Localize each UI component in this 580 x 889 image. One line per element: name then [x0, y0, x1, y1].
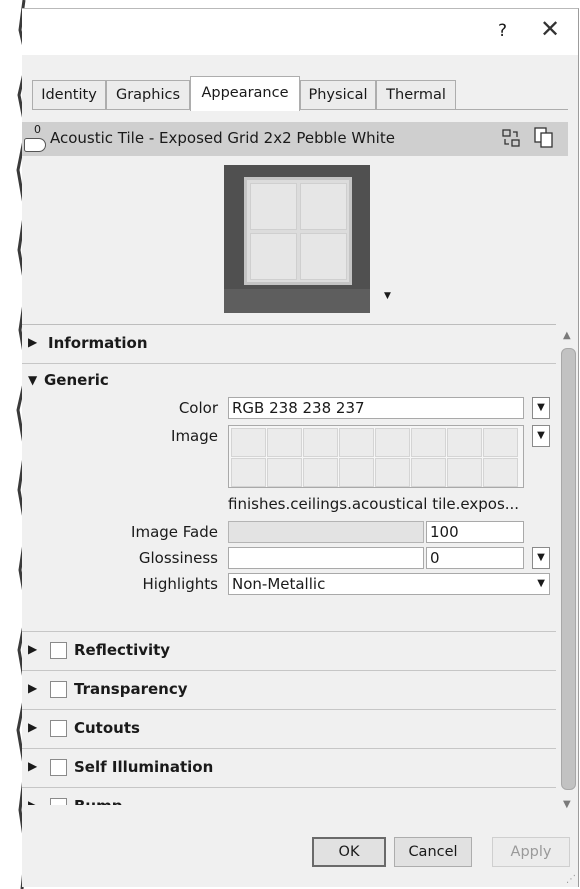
expand-arrow-icon[interactable]: ▶: [28, 720, 37, 734]
vertical-scrollbar[interactable]: ▲ ▼: [558, 324, 578, 816]
help-button[interactable]: ?: [498, 21, 507, 41]
asset-name: Acoustic Tile - Exposed Grid 2x2 Pebble …: [50, 129, 395, 147]
properties-panel: ▶ Information ▼ Generic Color RGB 238 23…: [22, 324, 556, 805]
tab-appearance[interactable]: Appearance: [190, 76, 300, 111]
transparency-checkbox[interactable]: [50, 681, 67, 698]
expand-arrow-icon[interactable]: ▶: [28, 681, 37, 695]
image-dropdown-icon[interactable]: ▼: [532, 425, 550, 447]
section-label: Generic: [44, 371, 109, 389]
tab-physical[interactable]: Physical: [300, 80, 376, 110]
cancel-button[interactable]: Cancel: [394, 837, 472, 867]
color-label: Color: [178, 399, 218, 417]
reflectivity-checkbox[interactable]: [50, 642, 67, 659]
close-button[interactable]: ✕: [540, 15, 560, 43]
section-label: Information: [48, 334, 148, 352]
color-dropdown-icon[interactable]: ▼: [532, 397, 550, 419]
asset-header: 0 Acoustic Tile - Exposed Grid 2x2 Pebbl…: [22, 122, 568, 156]
image-fade-label: Image Fade: [131, 523, 218, 541]
section-label: Transparency: [74, 680, 188, 698]
tab-graphics[interactable]: Graphics: [106, 80, 190, 110]
ceiling-tile-render: [244, 177, 352, 285]
hand-icon: [24, 138, 46, 152]
chevron-down-icon: ▼: [537, 578, 545, 589]
expand-arrow-icon[interactable]: ▶: [28, 335, 37, 349]
highlights-label: Highlights: [142, 575, 218, 593]
button-bar: OK Cancel Apply ⋰: [22, 817, 578, 887]
apply-button: Apply: [492, 837, 570, 867]
section-bump[interactable]: ▶ Bump: [22, 788, 556, 805]
duplicate-asset-icon[interactable]: [534, 127, 554, 149]
scroll-thumb[interactable]: [561, 348, 576, 790]
preview-options-dropdown-icon[interactable]: ▼: [384, 291, 391, 301]
glossiness-field[interactable]: 0: [426, 547, 524, 569]
color-field[interactable]: RGB 238 238 237: [228, 397, 524, 419]
highlights-value: Non-Metallic: [232, 575, 326, 593]
glossiness-label: Glossiness: [138, 549, 218, 567]
bump-checkbox[interactable]: [50, 798, 67, 805]
expand-arrow-icon[interactable]: ▶: [28, 798, 37, 805]
material-browser-dialog: ? ✕ Identity Graphics Appearance Physica…: [22, 8, 579, 887]
collapse-arrow-icon[interactable]: ▼: [28, 373, 37, 387]
scroll-down-icon[interactable]: ▼: [563, 799, 571, 810]
section-reflectivity[interactable]: ▶ Reflectivity: [22, 632, 556, 671]
section-generic: ▼ Generic Color RGB 238 238 237 ▼ Image …: [22, 363, 556, 632]
expand-arrow-icon[interactable]: ▶: [28, 759, 37, 773]
image-fade-field[interactable]: 100: [426, 521, 524, 543]
section-transparency[interactable]: ▶ Transparency: [22, 671, 556, 710]
scroll-up-icon[interactable]: ▲: [563, 330, 571, 341]
material-preview-thumbnail[interactable]: [224, 165, 370, 313]
resize-grip-icon[interactable]: ⋰: [566, 874, 576, 885]
title-bar: ? ✕: [22, 9, 578, 55]
ok-button[interactable]: OK: [312, 837, 386, 867]
glossiness-dropdown-icon[interactable]: ▼: [532, 547, 550, 569]
cutouts-checkbox[interactable]: [50, 720, 67, 737]
expand-arrow-icon[interactable]: ▶: [28, 642, 37, 656]
section-information[interactable]: ▶ Information: [22, 325, 556, 364]
asset-user-count: 0: [34, 123, 41, 136]
section-self-illumination[interactable]: ▶ Self Illumination: [22, 749, 556, 788]
image-file-name[interactable]: finishes.ceilings.acoustical tile.expos.…: [228, 495, 519, 513]
section-label: Self Illumination: [74, 758, 214, 776]
image-swatch[interactable]: [228, 425, 524, 488]
replace-asset-icon[interactable]: [502, 129, 520, 147]
section-label: Cutouts: [74, 719, 140, 737]
section-label: Reflectivity: [74, 641, 171, 659]
tab-divider: [32, 109, 568, 110]
highlights-select[interactable]: Non-Metallic ▼: [228, 573, 550, 595]
section-cutouts[interactable]: ▶ Cutouts: [22, 710, 556, 749]
image-label: Image: [171, 427, 218, 445]
tab-thermal[interactable]: Thermal: [376, 80, 456, 110]
image-fade-slider[interactable]: [228, 521, 424, 543]
preview-ground: [224, 289, 370, 313]
self-illumination-checkbox[interactable]: [50, 759, 67, 776]
section-label: Bump: [74, 797, 122, 805]
tab-identity[interactable]: Identity: [32, 80, 106, 110]
glossiness-slider[interactable]: [228, 547, 424, 569]
